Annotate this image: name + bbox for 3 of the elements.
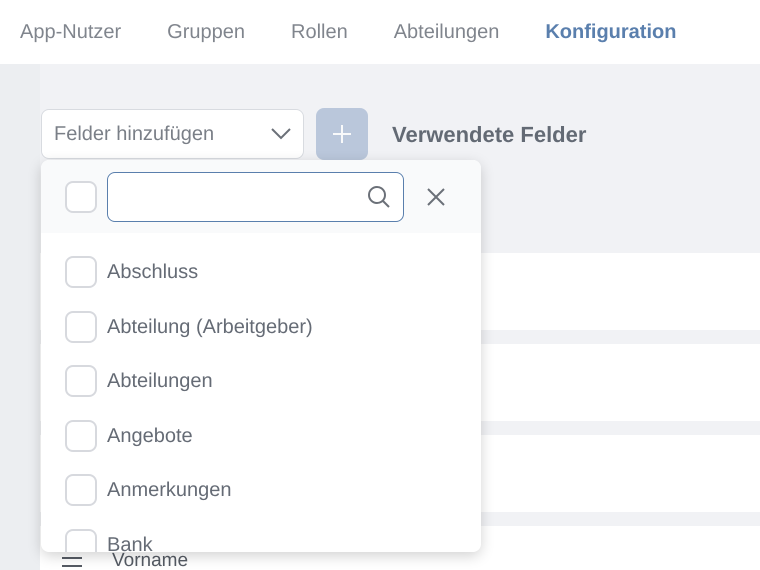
field-label: Vorname bbox=[112, 550, 188, 570]
placeholder-text: Felder hinzufügen bbox=[54, 122, 214, 147]
section-heading: Verwendete Felder bbox=[392, 120, 586, 148]
